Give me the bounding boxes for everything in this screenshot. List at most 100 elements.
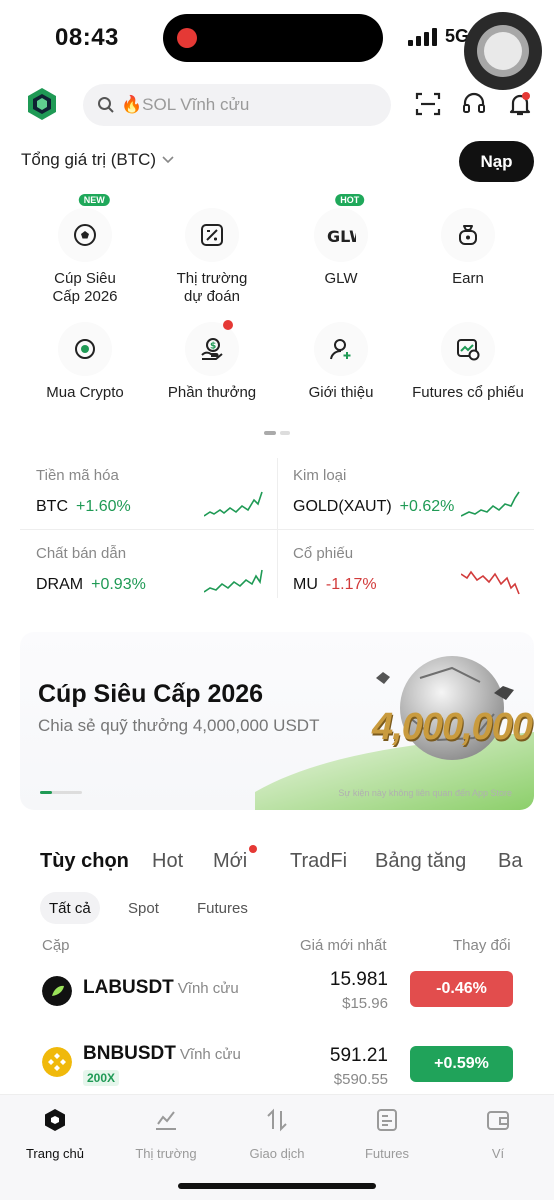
home-indicator[interactable] — [178, 1183, 376, 1189]
tile-change: +0.93% — [91, 576, 146, 593]
nav-label: Giao dịch — [249, 1146, 305, 1161]
tile-category: Kim loại — [293, 467, 347, 484]
tile-change: +1.60% — [76, 498, 131, 515]
fiat-price: $15.96 — [342, 995, 388, 1012]
hot-badge: HOT — [335, 194, 365, 206]
soccer-ball-icon — [74, 224, 96, 246]
tile-category: Cổ phiếu — [293, 545, 354, 562]
quick-action-earn[interactable]: Earn — [403, 208, 533, 288]
markets-chart-icon — [156, 1111, 176, 1130]
tile-symbol: DRAM — [36, 576, 84, 593]
leverage-badge: 200X — [83, 1070, 120, 1086]
wallet-icon — [487, 1111, 509, 1130]
market-tile-metals[interactable]: Kim loại GOLD(XAUT) +0.62% — [277, 452, 534, 528]
scan-icon[interactable] — [414, 90, 442, 118]
recording-dot-icon — [177, 28, 197, 48]
promo-banner[interactable]: 4,000,000 Cúp Siêu Cấp 2026 Chia sẻ quỹ … — [20, 632, 534, 810]
tab-more[interactable]: Ba — [498, 850, 522, 873]
banner-carousel-indicator — [40, 791, 82, 794]
home-icon — [45, 1109, 65, 1131]
nav-trade[interactable]: Giao dịch — [222, 1107, 332, 1161]
deposit-button[interactable]: Nạp — [459, 141, 534, 182]
notification-dot — [522, 92, 530, 100]
subtab-futures[interactable]: Futures — [188, 892, 257, 924]
prize-amount-graphic: 4,000,000 — [372, 706, 533, 748]
pair-name: LABUSDT Vĩnh cửu — [83, 977, 239, 998]
column-pair: Cặp — [42, 937, 70, 954]
banner-subtitle: Chia sẻ quỹ thưởng 4,000,000 USDT — [38, 716, 320, 735]
futures-document-icon — [377, 1109, 397, 1131]
banner-title: Cúp Siêu Cấp 2026 — [38, 680, 264, 708]
quick-action-label: Mua Crypto — [46, 384, 124, 401]
glw-logo-icon: GLW — [327, 227, 356, 246]
quick-action-stock-futures[interactable]: Futures cổ phiếu — [403, 322, 533, 402]
reward-alert-dot — [223, 320, 233, 330]
status-time: 08:43 — [55, 24, 119, 51]
last-price: 591.21 — [329, 1045, 388, 1066]
search-bar[interactable]: 🔥SOL Vĩnh cửu — [83, 84, 391, 126]
subtab-all[interactable]: Tất cả — [40, 892, 100, 924]
reward-hand-icon: $ — [201, 338, 223, 360]
nav-label: Trang chủ — [25, 1146, 85, 1161]
quick-action-referral[interactable]: Giới thiệu — [276, 322, 406, 402]
nav-wallet[interactable]: Ví — [443, 1107, 553, 1161]
column-last-price: Giá mới nhất — [300, 937, 387, 954]
tile-divider — [20, 529, 534, 530]
quick-action-label: Giới thiệu — [308, 384, 374, 401]
tab-new-dot — [249, 845, 257, 853]
trade-arrows-icon — [267, 1108, 287, 1132]
quick-action-super-cup[interactable]: NEW Cúp Siêu Cấp 2026 — [20, 194, 150, 306]
market-tile-stocks[interactable]: Cổ phiếu MU -1.17% — [277, 530, 534, 606]
last-price: 15.981 — [329, 969, 388, 990]
tile-category: Tiền mã hóa — [36, 467, 119, 484]
total-value-selector[interactable]: Tổng giá trị (BTC) — [21, 150, 174, 170]
quick-action-rewards[interactable]: $ Phần thưởng — [147, 320, 277, 402]
quick-action-label: GLW — [324, 270, 358, 287]
search-placeholder: 🔥SOL Vĩnh cửu — [121, 95, 250, 114]
quick-action-glw[interactable]: GLW HOT GLW — [276, 194, 406, 288]
nav-home[interactable]: Trang chủ — [0, 1107, 110, 1161]
assistive-touch-button[interactable] — [464, 12, 542, 90]
quick-action-prediction-market[interactable]: Thị trường dự đoán — [147, 208, 277, 306]
signal-icon — [408, 28, 438, 46]
banner-disclaimer: Sự kiện này không liên quan đến App Stor… — [338, 788, 512, 798]
sparkline-up — [204, 569, 263, 593]
tab-gainers[interactable]: Bảng tăng — [375, 850, 466, 873]
dynamic-island — [163, 14, 383, 62]
nav-label: Ví — [491, 1146, 505, 1161]
tab-new[interactable]: Mới — [213, 850, 247, 873]
tile-divider — [277, 458, 278, 598]
tab-hot[interactable]: Hot — [152, 850, 183, 873]
stock-futures-icon — [457, 339, 480, 361]
referral-user-icon — [330, 339, 351, 360]
nav-markets[interactable]: Thị trường — [111, 1107, 221, 1161]
tab-favorites[interactable]: Tùy chọn — [40, 850, 129, 873]
svg-text:$: $ — [210, 342, 216, 352]
change-badge[interactable]: +0.59% — [410, 1046, 513, 1082]
decor-fragment — [494, 686, 514, 700]
fiat-price: $590.55 — [333, 1071, 388, 1088]
column-change: Thay đổi — [453, 937, 511, 954]
new-badge: NEW — [78, 194, 110, 206]
tile-symbol: BTC — [36, 498, 68, 515]
subtab-spot[interactable]: Spot — [119, 892, 168, 924]
tile-symbol: GOLD(XAUT) — [293, 498, 392, 515]
pager-dot — [280, 431, 290, 435]
table-row[interactable]: LABUSDT Vĩnh cửu 15.981 $15.96 -0.46% — [0, 965, 554, 1035]
change-badge[interactable]: -0.46% — [410, 971, 513, 1007]
nav-futures[interactable]: Futures — [332, 1107, 442, 1161]
market-tile-crypto[interactable]: Tiền mã hóa BTC +1.60% — [20, 452, 277, 528]
support-headset-icon[interactable] — [460, 90, 488, 118]
quick-action-buy-crypto[interactable]: Mua Crypto — [20, 322, 150, 402]
nav-label: Futures — [364, 1146, 410, 1161]
quick-action-label: Thị trường dự đoán — [176, 270, 248, 305]
tile-change: +0.62% — [399, 498, 455, 515]
pager-dot-active — [264, 431, 276, 435]
tab-tradfi[interactable]: TradFi — [290, 850, 347, 873]
nav-label: Thị trường — [135, 1146, 197, 1161]
money-bag-icon — [459, 225, 477, 245]
app-logo-icon[interactable] — [25, 86, 59, 122]
market-tile-semiconductor[interactable]: Chất bán dẫn DRAM +0.93% — [20, 530, 277, 606]
tile-change: -1.17% — [325, 576, 377, 593]
total-value-label: Tổng giá trị (BTC) — [21, 150, 157, 169]
